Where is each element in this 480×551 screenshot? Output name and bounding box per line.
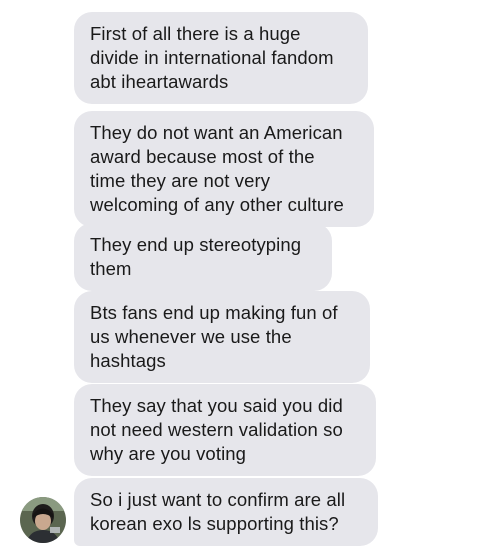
message-bubble[interactable]: So i just want to confirm are all korean… bbox=[74, 478, 378, 546]
message-bubble[interactable]: They end up stereotyping them bbox=[74, 223, 332, 291]
avatar-photo-icon bbox=[20, 497, 66, 543]
message-bubble[interactable]: First of all there is a huge divide in i… bbox=[74, 12, 368, 104]
message-bubble[interactable]: They do not want an American award becau… bbox=[74, 111, 374, 227]
message-bubble[interactable]: They say that you said you did not need … bbox=[74, 384, 376, 476]
avatar[interactable] bbox=[20, 497, 66, 543]
message-thread: First of all there is a huge divide in i… bbox=[0, 0, 480, 551]
message-bubble[interactable]: Bts fans end up making fun of us wheneve… bbox=[74, 291, 370, 383]
